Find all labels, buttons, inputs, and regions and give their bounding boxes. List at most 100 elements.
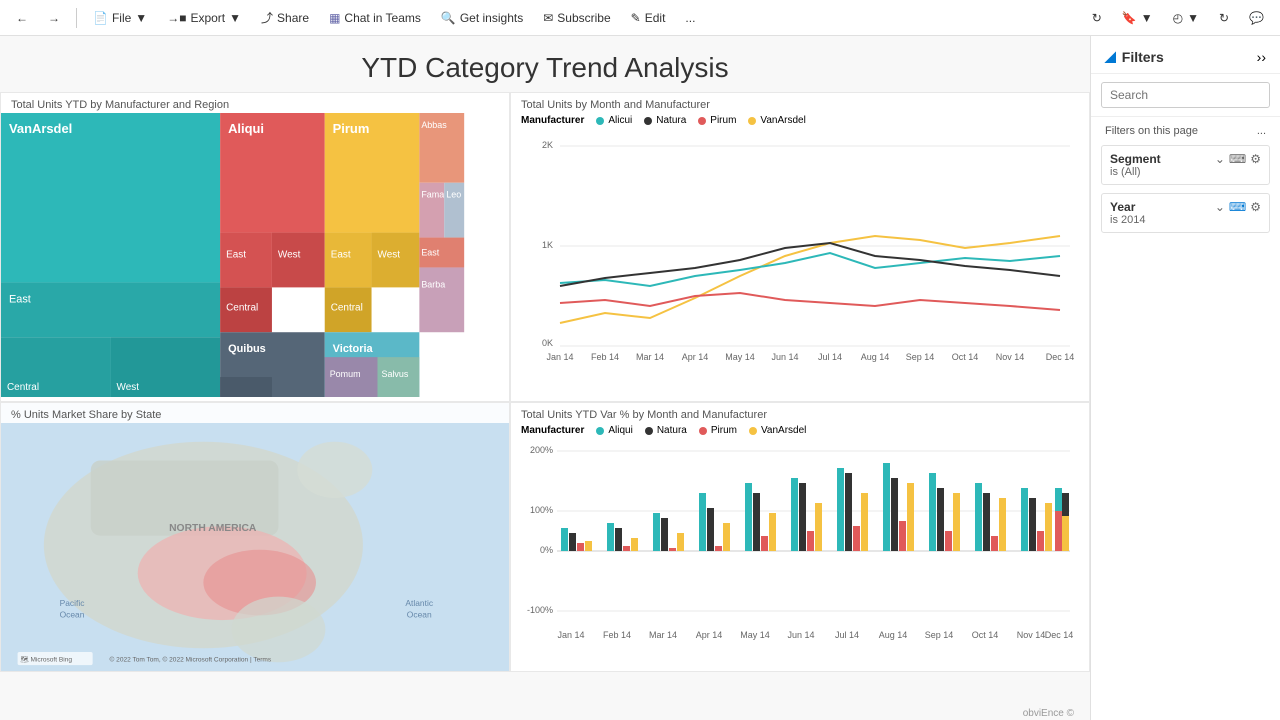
segment-filter-settings[interactable]: ⚙ bbox=[1250, 152, 1261, 166]
year-filter-settings[interactable]: ⚙ bbox=[1250, 200, 1261, 214]
filters-more-button[interactable]: ... bbox=[1257, 125, 1266, 137]
treemap-title: Total Units YTD by Manufacturer and Regi… bbox=[1, 93, 509, 113]
year-filter-chevron[interactable]: ⌄ bbox=[1215, 200, 1225, 214]
segment-filter-card[interactable]: Segment ⌄ ⌨ ⚙ is (All) bbox=[1101, 145, 1270, 185]
svg-text:Jun 14: Jun 14 bbox=[787, 630, 814, 640]
subscribe-label: Subscribe bbox=[557, 11, 610, 25]
nav-back-button[interactable]: ← bbox=[8, 7, 36, 29]
content-area: YTD Category Trend Analysis Total Units … bbox=[0, 36, 1090, 720]
svg-text:🗺 Microsoft Bing: 🗺 Microsoft Bing bbox=[20, 655, 72, 663]
get-insights-button[interactable]: 🔍 Get insights bbox=[433, 7, 531, 29]
treemap-label-pirum: Pirum bbox=[333, 121, 370, 136]
export-button[interactable]: →■ Export ▼ bbox=[159, 7, 249, 29]
page-title: YTD Category Trend Analysis bbox=[0, 52, 1090, 84]
svg-text:© 2022 Tom Tom, © 2022 Microso: © 2022 Tom Tom, © 2022 Microsoft Corpora… bbox=[110, 655, 272, 663]
edit-label: Edit bbox=[645, 11, 666, 25]
treemap-cell-barba[interactable] bbox=[419, 267, 464, 332]
bar-chart[interactable]: Total Units YTD Var % by Month and Manuf… bbox=[510, 402, 1090, 672]
bar-chart-legend: Manufacturer Aliqui Natura Pirum bbox=[511, 423, 1089, 438]
view-button[interactable]: ◴ ▼ bbox=[1165, 7, 1207, 29]
filters-header: ◢ Filters ›› bbox=[1091, 36, 1280, 74]
legend-label-alicui: Alicui bbox=[608, 115, 632, 126]
bar-legend-dot-pirum bbox=[699, 427, 707, 435]
treemap-cell-victoria[interactable] bbox=[325, 332, 420, 397]
treemap-label-pirum-west: West bbox=[378, 249, 401, 260]
bar-chart-title: Total Units YTD Var % by Month and Manuf… bbox=[511, 403, 1089, 423]
view-icon: ◴ bbox=[1173, 11, 1183, 25]
reload-button[interactable]: ↻ bbox=[1211, 7, 1237, 29]
filters-search-input[interactable] bbox=[1101, 82, 1270, 108]
segment-filter-header: Segment ⌄ ⌨ ⚙ bbox=[1110, 152, 1261, 166]
legend-label-pirum: Pirum bbox=[710, 115, 736, 126]
svg-text:Aug 14: Aug 14 bbox=[861, 352, 890, 362]
treemap-cell-quibus-east[interactable] bbox=[220, 377, 272, 397]
svg-text:Jan 14: Jan 14 bbox=[557, 630, 584, 640]
segment-filter-title: Segment bbox=[1110, 152, 1161, 166]
legend-dot-alicui bbox=[596, 117, 604, 125]
svg-text:Apr 14: Apr 14 bbox=[696, 630, 723, 640]
legend-dot-pirum bbox=[698, 117, 706, 125]
svg-text:0K: 0K bbox=[542, 338, 553, 348]
svg-text:Dec 14: Dec 14 bbox=[1045, 630, 1074, 640]
treemap-label-vanarsdel: VanArsdel bbox=[9, 121, 72, 136]
chat-teams-label: Chat in Teams bbox=[344, 11, 420, 25]
year-filter-eraser[interactable]: ⌨ bbox=[1229, 200, 1246, 214]
svg-text:Apr 14: Apr 14 bbox=[682, 352, 709, 362]
more-button[interactable]: ... bbox=[677, 7, 703, 29]
treemap-label-victoria: Victoria bbox=[333, 343, 374, 355]
segment-filter-chevron[interactable]: ⌄ bbox=[1215, 152, 1225, 166]
export-icon: →■ bbox=[167, 11, 186, 25]
comment-button[interactable]: 💬 bbox=[1241, 7, 1272, 29]
filters-on-page-header: Filters on this page ... bbox=[1091, 117, 1280, 141]
line-pirum bbox=[560, 293, 1060, 310]
subscribe-button[interactable]: ✉ Subscribe bbox=[535, 7, 618, 29]
line-vanarsdel bbox=[560, 236, 1060, 323]
export-label: Export bbox=[190, 11, 225, 25]
svg-text:Oct 14: Oct 14 bbox=[972, 630, 999, 640]
file-label: File bbox=[112, 11, 131, 25]
bookmark-button[interactable]: 🔖 ▼ bbox=[1114, 7, 1161, 29]
treemap-cell-vanarsdel-east[interactable] bbox=[1, 282, 220, 337]
bookmark-icon: 🔖 bbox=[1122, 11, 1137, 25]
svg-text:0%: 0% bbox=[540, 545, 553, 555]
footer: obviEnce © bbox=[0, 706, 1090, 720]
footer-label: obviEnce © bbox=[1023, 708, 1074, 719]
bar-legend-label-natura: Natura bbox=[657, 425, 687, 436]
file-icon: 📄 bbox=[93, 11, 108, 25]
svg-text:Feb 14: Feb 14 bbox=[591, 352, 619, 362]
filters-panel: ◢ Filters ›› Filters on this page ... Se… bbox=[1090, 36, 1280, 720]
map-chart[interactable]: % Units Market Share by State bbox=[0, 402, 510, 672]
line-chart[interactable]: Total Units by Month and Manufacturer Ma… bbox=[510, 92, 1090, 402]
nav-forward-button[interactable]: → bbox=[40, 7, 68, 29]
line-chart-svg: 2K 1K 0K Jan 14 F bbox=[511, 128, 1089, 368]
treemap-label-fama: Fama bbox=[421, 190, 444, 200]
charts-grid: Total Units YTD by Manufacturer and Regi… bbox=[0, 92, 1090, 706]
refresh-button[interactable]: ↻ bbox=[1084, 7, 1110, 29]
teams-icon: ▦ bbox=[329, 11, 340, 25]
bar-legend-label-pirum: Pirum bbox=[711, 425, 737, 436]
treemap-chart[interactable]: Total Units YTD by Manufacturer and Regi… bbox=[0, 92, 510, 402]
bar-legend-item-vanarsdel: VanArsdel bbox=[749, 425, 806, 436]
treemap-label-abbas: Abbas bbox=[421, 120, 447, 130]
filters-collapse-button[interactable]: ›› bbox=[1257, 49, 1266, 65]
svg-text:May 14: May 14 bbox=[725, 352, 755, 362]
edit-button[interactable]: ✎ Edit bbox=[623, 7, 674, 29]
view-chevron-icon: ▼ bbox=[1187, 11, 1199, 25]
chat-teams-button[interactable]: ▦ Chat in Teams bbox=[321, 7, 429, 29]
filters-on-page-label: Filters on this page bbox=[1105, 125, 1198, 137]
svg-text:Ocean: Ocean bbox=[60, 609, 85, 619]
svg-text:Mar 14: Mar 14 bbox=[636, 352, 664, 362]
treemap-label-barba: Barba bbox=[421, 279, 445, 289]
segment-filter-eraser[interactable]: ⌨ bbox=[1229, 152, 1246, 166]
legend-label-natura: Natura bbox=[656, 115, 686, 126]
year-filter-card[interactable]: Year ⌄ ⌨ ⚙ is 2014 bbox=[1101, 193, 1270, 233]
file-button[interactable]: 📄 File ▼ bbox=[85, 7, 155, 29]
file-chevron-icon: ▼ bbox=[135, 11, 147, 25]
treemap-label-aliqui: Aliqui bbox=[228, 121, 264, 136]
treemap-cell-vanarsdel[interactable] bbox=[1, 113, 220, 282]
bar-legend-item-aliqui: Aliqui bbox=[596, 425, 632, 436]
year-filter-title: Year bbox=[1110, 200, 1135, 214]
treemap-label-abbas-east: East bbox=[421, 247, 439, 257]
treemap-label-aliqui-central: Central bbox=[226, 302, 258, 313]
share-button[interactable]: ⤴ Share bbox=[253, 5, 317, 30]
